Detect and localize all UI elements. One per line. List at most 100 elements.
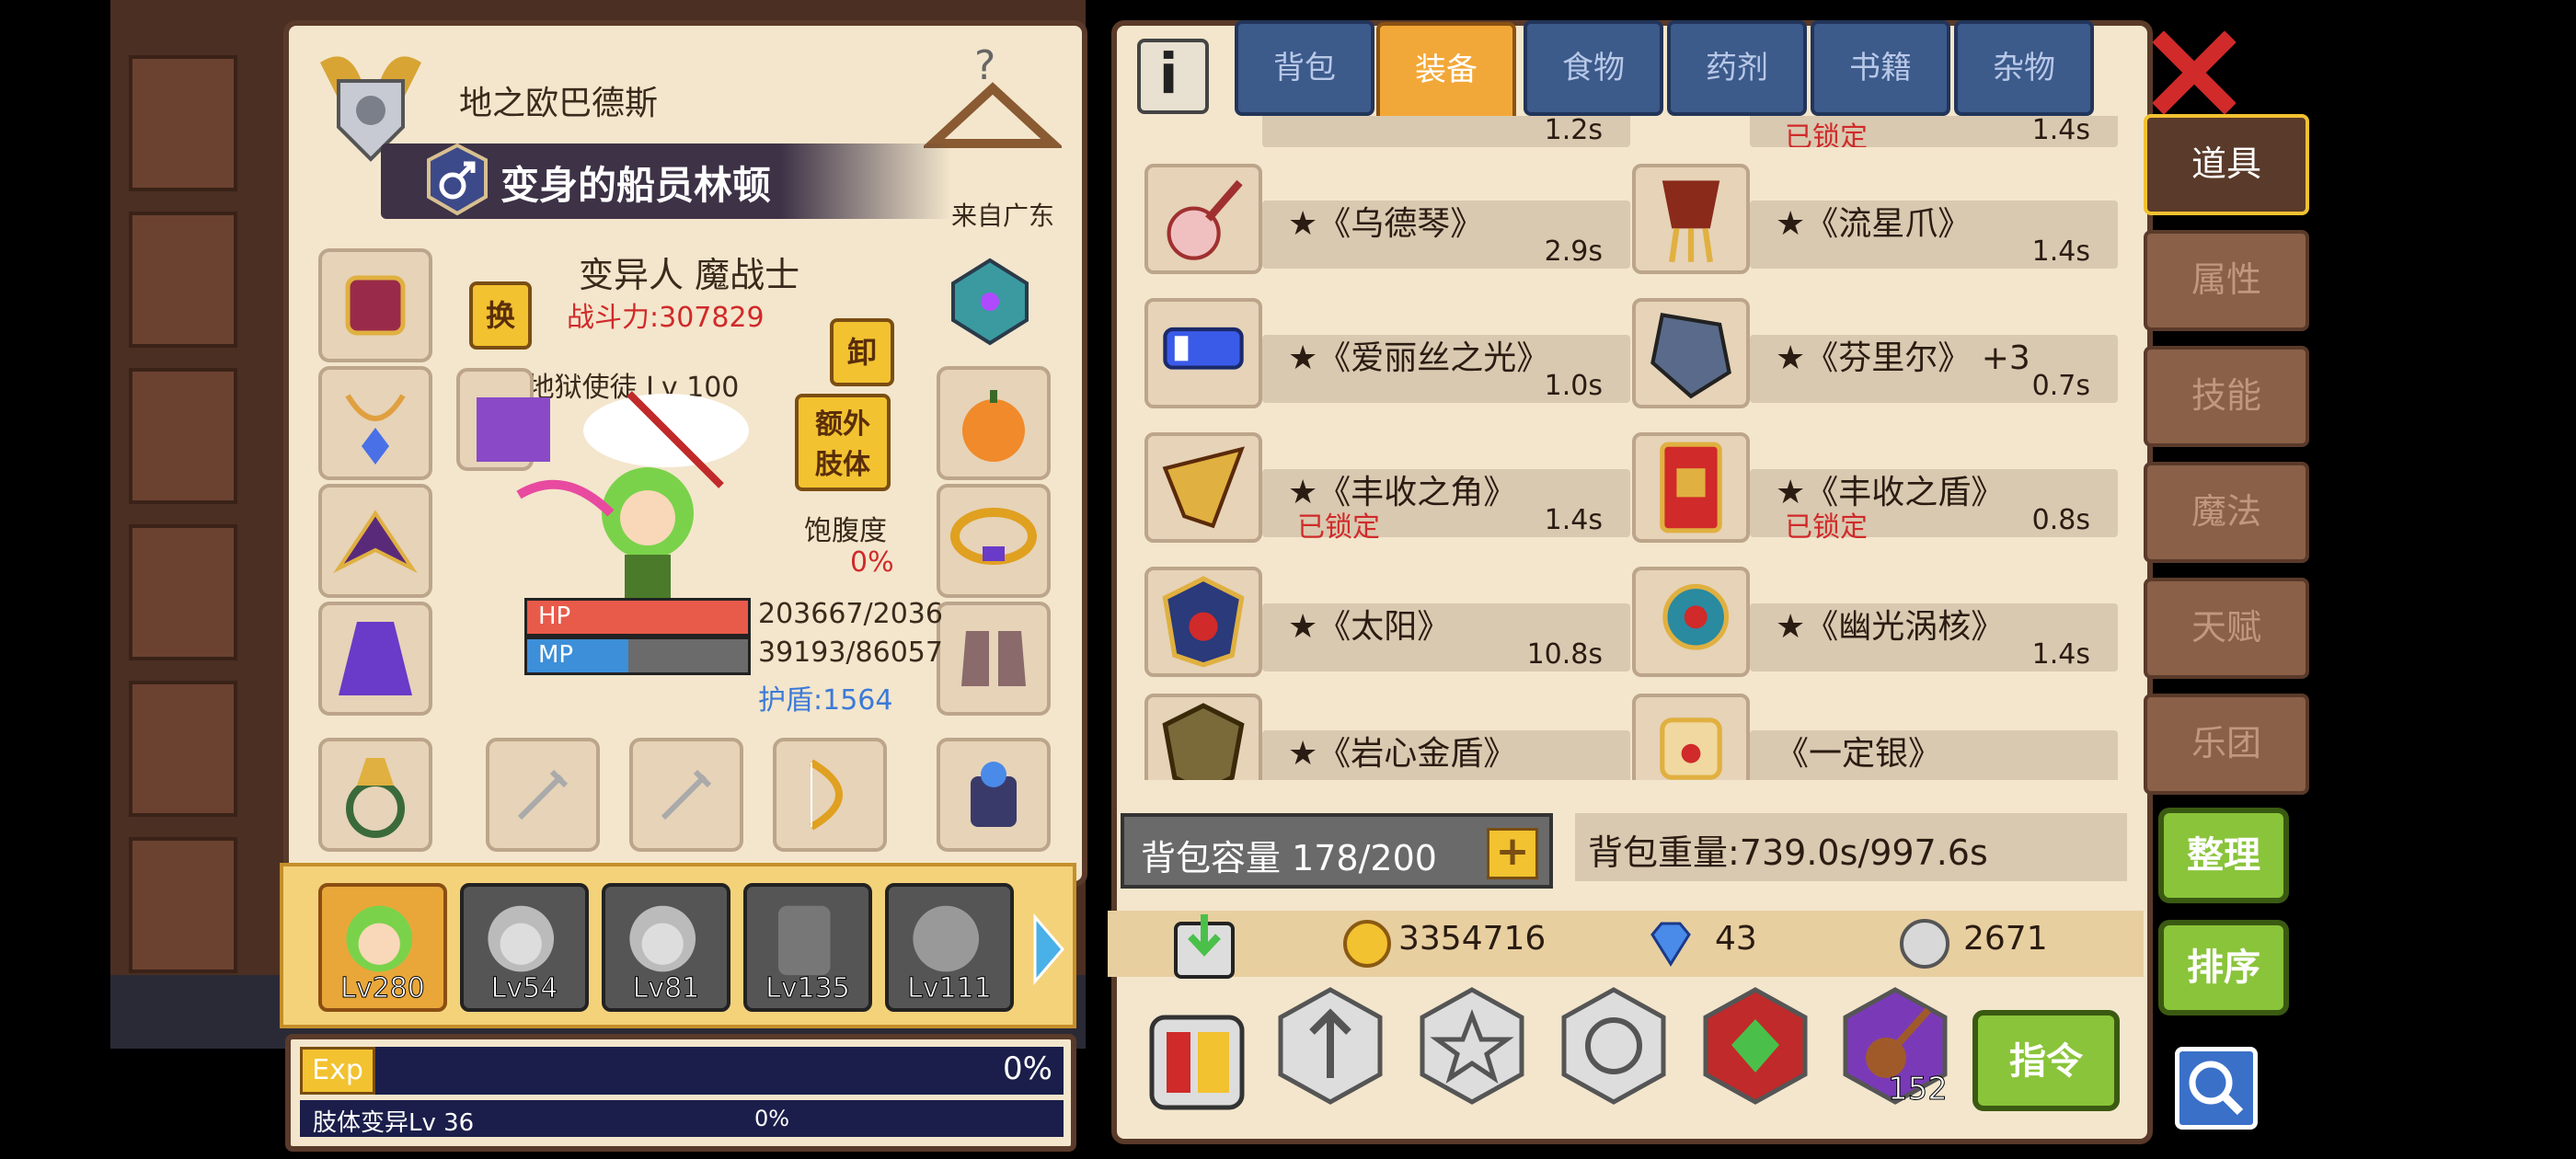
male-gender-icon — [427, 143, 488, 215]
party-next-arrow-icon[interactable] — [1030, 912, 1067, 986]
equip-slot-boots[interactable] — [937, 602, 1051, 716]
side-tab-talent[interactable]: 天赋 — [2144, 578, 2309, 679]
mp-bar: MP — [524, 637, 751, 675]
hp-bar: HP — [524, 598, 751, 637]
bag-capacity: 背包容量 178/200 — [1141, 838, 1437, 878]
list-item[interactable]: ★《爱丽丝之光》 1.0s — [1144, 298, 1632, 408]
equip-slot-hand[interactable] — [937, 738, 1051, 852]
side-tab-skills[interactable]: 技能 — [2144, 346, 2309, 447]
party-member-3[interactable]: Lv81 — [602, 883, 730, 1012]
equip-slot-emblem[interactable] — [937, 248, 1043, 355]
command-button[interactable]: 指令 — [1972, 1010, 2120, 1111]
item-name: ★《太阳》 — [1288, 608, 1451, 646]
horn-icon — [1162, 446, 1245, 529]
equip-slot-ring[interactable] — [318, 738, 432, 852]
party-member-level: Lv280 — [340, 972, 426, 1005]
sort-button[interactable]: 排序 — [2158, 920, 2289, 1016]
character-sprite-icon — [516, 391, 749, 601]
item-locked-label: 已锁定 — [1785, 121, 1868, 147]
side-tab-items[interactable]: 道具 — [2144, 114, 2309, 215]
equip-slot-belt[interactable] — [937, 484, 1051, 598]
ring-skill-icon[interactable] — [1558, 986, 1669, 1106]
tab-potion[interactable]: 药剂 — [1667, 20, 1807, 116]
list-item[interactable]: ★《流星爪》 1.4s — [1632, 164, 2120, 274]
item-icon-box — [1632, 694, 1750, 780]
item-row-partial[interactable]: 已锁定 1.4s — [1632, 116, 2120, 147]
extra-limb-button[interactable]: 额外 肢体 — [795, 394, 891, 491]
item-weight: 0.7s — [2031, 370, 2090, 402]
star-skill-icon[interactable] — [1417, 986, 1527, 1106]
tab-books[interactable]: 书籍 — [1811, 20, 1950, 116]
list-item[interactable]: ★《丰收之盾》 已锁定 0.8s — [1632, 432, 2120, 544]
close-icon[interactable] — [2153, 31, 2236, 114]
gem-amount: 43 — [1715, 920, 1757, 958]
hp-value: 203667/2036 — [758, 598, 943, 630]
tab-misc[interactable]: 杂物 — [1954, 20, 2094, 116]
list-item[interactable]: ★《太阳》 10.8s — [1144, 567, 1632, 677]
item-weight: 1.4s — [1544, 504, 1603, 536]
equip-slot-weapon-empty-2[interactable] — [629, 738, 743, 852]
search-button[interactable] — [2175, 1047, 2258, 1130]
bow-icon — [809, 759, 843, 831]
hp-bar-label: HP — [538, 602, 571, 630]
vortex-core-icon — [1662, 583, 1730, 650]
emerald-skill-icon[interactable] — [1700, 986, 1811, 1106]
party-bar: Lv280 Lv54 Lv81 Lv135 Lv111 — [280, 863, 1076, 1028]
party-member-2[interactable]: Lv54 — [460, 883, 589, 1012]
side-tab-attributes[interactable]: 属性 — [2144, 230, 2309, 331]
equip-slot-body[interactable] — [318, 602, 432, 716]
list-item[interactable]: ★《乌德琴》 2.9s — [1144, 164, 1632, 274]
party-member-1[interactable]: Lv280 — [318, 883, 447, 1012]
equip-slot-accessory1[interactable] — [937, 366, 1051, 480]
claw-icon — [1662, 180, 1720, 263]
item-name: ★《幽光涡核》 — [1776, 608, 2005, 646]
item-label-box: ★《丰收之盾》 已锁定 0.8s — [1750, 469, 2118, 544]
mp-value: 39193/86057 — [758, 637, 943, 669]
item-label-box: 《一定银》 — [1750, 730, 2118, 780]
swap-button[interactable]: 换 — [469, 281, 532, 350]
drop-download-icon[interactable] — [1172, 911, 1236, 981]
gauntlet-icon — [971, 762, 1017, 827]
side-tab-magic[interactable]: 魔法 — [2144, 462, 2309, 563]
equip-slot-weapon-empty-1[interactable] — [486, 738, 600, 852]
equip-slot-bow[interactable] — [773, 738, 887, 852]
item-icon-box — [1144, 694, 1262, 780]
silver-coin-icon — [1900, 919, 1949, 969]
item-icon-box — [1144, 164, 1262, 274]
info-button[interactable] — [1137, 39, 1209, 114]
tab-bag[interactable]: 背包 — [1235, 20, 1374, 116]
list-item[interactable]: ★《芬里尔》 +3 0.7s — [1632, 298, 2120, 408]
side-tab-band[interactable]: 乐团 — [2144, 694, 2309, 795]
list-item[interactable]: ★《岩心金盾》 — [1144, 694, 1632, 780]
unequip-button[interactable]: 卸 — [830, 318, 894, 386]
party-member-5[interactable]: Lv111 — [885, 883, 1014, 1012]
character-panel: 地之欧巴德斯 ? 变身的船员林顿 来自广东 变异人 魔战士 战斗力:307829… — [283, 20, 1087, 887]
fortune-shield-icon — [1660, 442, 1722, 534]
item-row-partial[interactable]: 1.2s — [1144, 116, 1632, 147]
satiety-value: 0% — [850, 546, 894, 579]
equip-slot-head[interactable] — [318, 248, 432, 362]
tab-food[interactable]: 食物 — [1524, 20, 1663, 116]
helmet-icon — [345, 275, 406, 336]
item-name: 《一定银》 — [1776, 735, 1942, 773]
list-item[interactable]: ★《幽光涡核》 1.4s — [1632, 567, 2120, 677]
party-member-4[interactable]: Lv135 — [743, 883, 872, 1012]
item-icon-box — [1632, 298, 1750, 408]
limb-mutation-bar: 肢体变异Lv 36 0% — [300, 1100, 1064, 1137]
wings-icon — [333, 510, 418, 574]
extra-limb-label-line2: 肢体 — [815, 449, 870, 481]
exp-percent: 0% — [1003, 1050, 1052, 1087]
list-item[interactable]: ★《丰收之角》 已锁定 1.4s — [1144, 432, 1632, 544]
item-label-box: ★《流星爪》 1.4s — [1750, 201, 2118, 269]
expand-capacity-button[interactable]: + — [1487, 828, 1538, 879]
organize-button[interactable]: 整理 — [2158, 808, 2289, 903]
equip-slot-cloak[interactable] — [318, 484, 432, 598]
rock-shield-icon — [1162, 703, 1245, 780]
bag-weight: 背包重量:739.0s/997.6s — [1588, 832, 1988, 873]
list-item[interactable]: 《一定银》 — [1632, 694, 2120, 780]
equip-slot-neck[interactable] — [318, 366, 432, 480]
tab-equipment[interactable]: 装备 — [1376, 22, 1516, 125]
hotkey-numbers-icon[interactable] — [1146, 1012, 1248, 1113]
weapon-skill-icon[interactable] — [1275, 986, 1386, 1106]
lute-icon — [1167, 179, 1243, 260]
